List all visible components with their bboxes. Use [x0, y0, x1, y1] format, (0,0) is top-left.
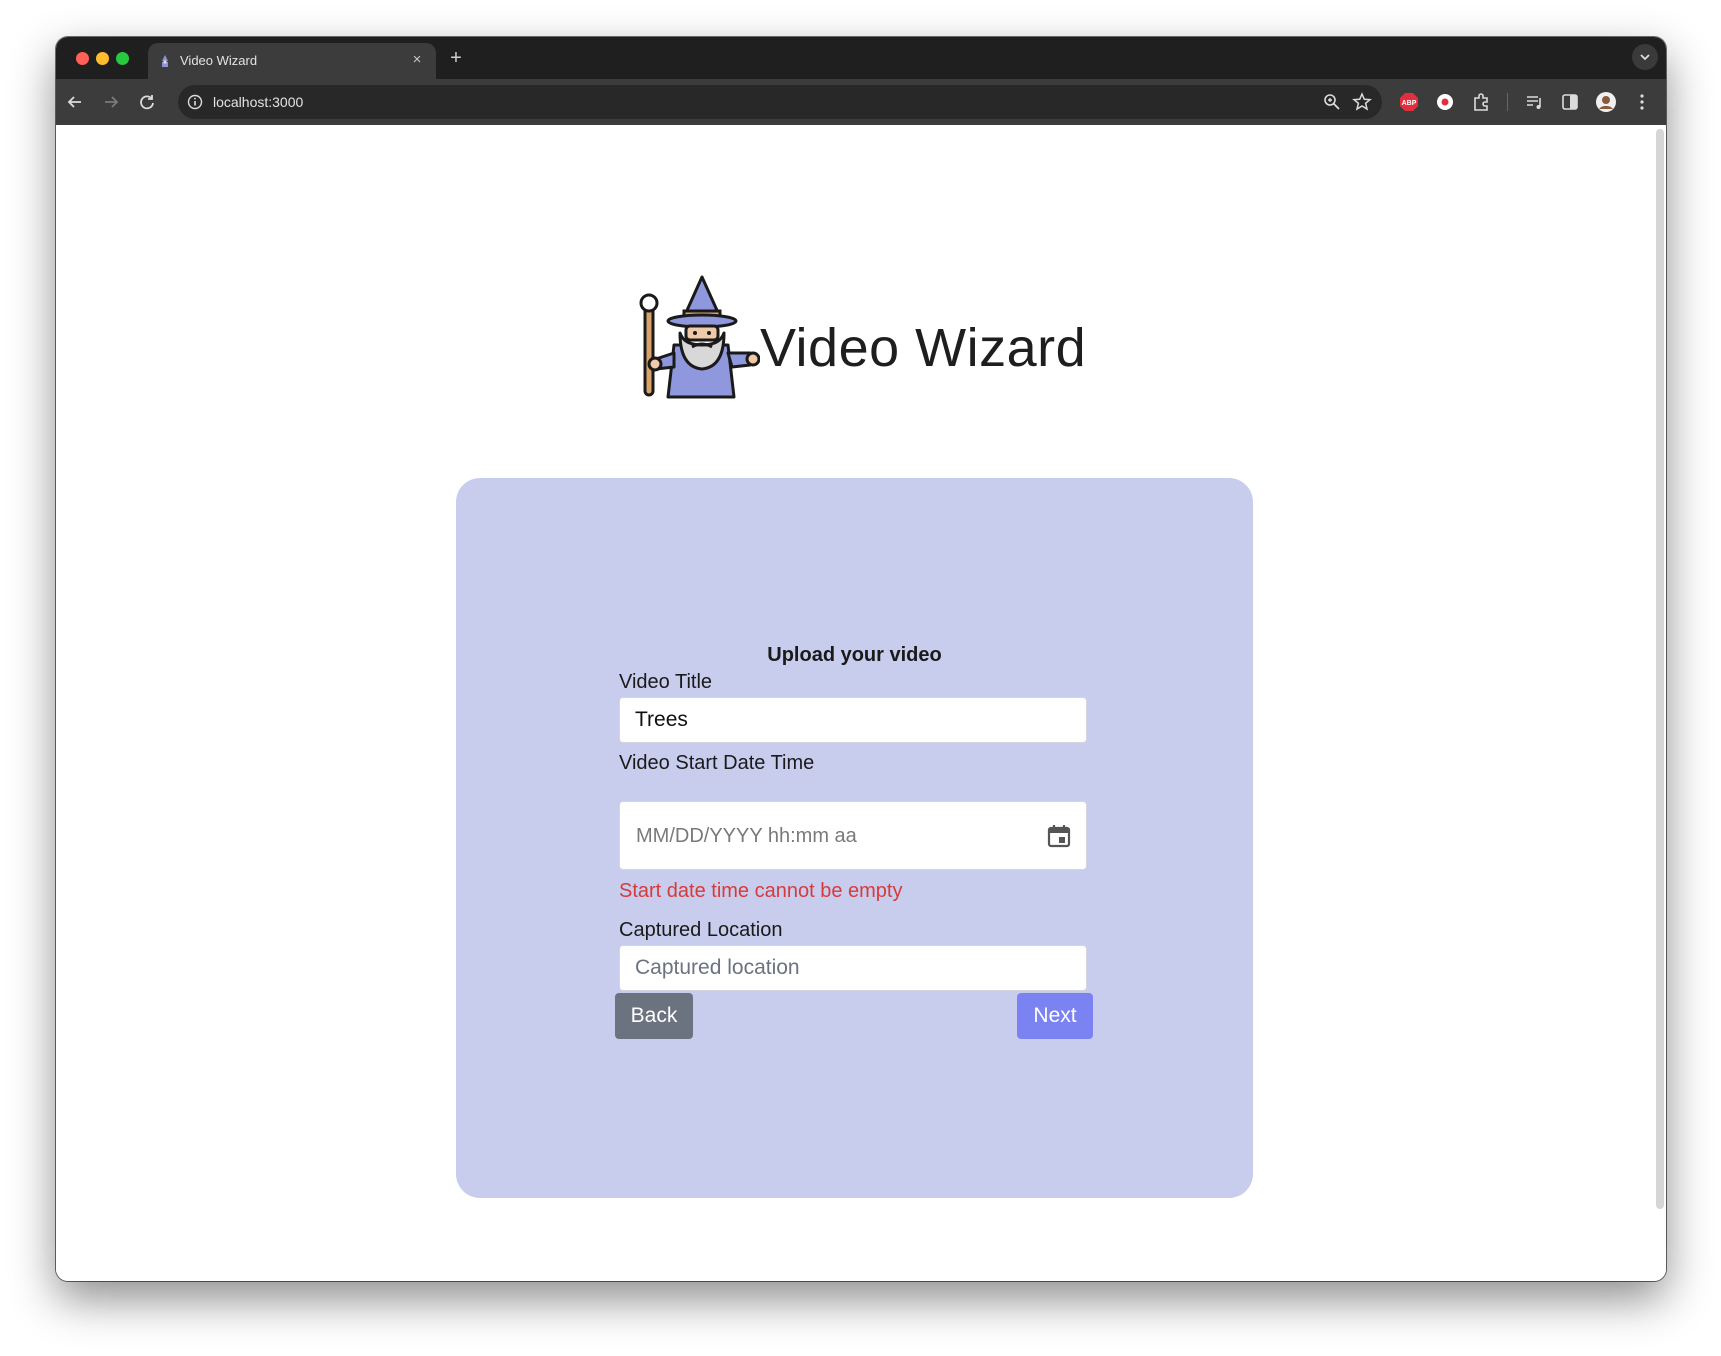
reload-icon[interactable] [134, 89, 160, 115]
chevron-down-icon [1640, 54, 1650, 61]
site-info-icon[interactable] [186, 93, 204, 111]
forward-arrow-icon[interactable] [98, 89, 124, 115]
address-bar[interactable]: localhost:3000 [178, 85, 1382, 119]
tab-strip: Video Wizard × + [56, 37, 1666, 79]
menu-icon[interactable] [1629, 89, 1655, 115]
maximize-window-button[interactable] [116, 52, 129, 65]
captured-location-label: Captured Location [619, 919, 783, 941]
tab-title: Video Wizard [180, 53, 258, 68]
new-tab-button[interactable]: + [444, 46, 468, 70]
brand-title: Video Wizard [760, 318, 1087, 378]
tab-video-wizard[interactable]: Video Wizard × [148, 43, 436, 79]
record-icon[interactable] [1432, 89, 1458, 115]
svg-text:ABP: ABP [1402, 100, 1417, 107]
start-datetime-input[interactable]: MM/DD/YYYY hh:mm aa [619, 801, 1087, 870]
wizard-favicon-icon [162, 55, 168, 67]
next-button[interactable]: Next [1017, 993, 1093, 1039]
url-text: localhost:3000 [213, 94, 304, 110]
back-arrow-icon[interactable] [62, 89, 88, 115]
calendar-icon[interactable] [1046, 823, 1072, 849]
start-datetime-label: Video Start Date Time [619, 752, 815, 774]
browser-toolbar: localhost:3000 ABP [56, 79, 1666, 125]
start-datetime-error: Start date time cannot be empty [619, 880, 903, 902]
zoom-icon[interactable] [1322, 92, 1342, 112]
start-datetime-placeholder: MM/DD/YYYY hh:mm aa [636, 825, 857, 847]
tab-search-button[interactable] [1632, 44, 1658, 70]
media-icon[interactable] [1521, 89, 1547, 115]
adblock-icon[interactable]: ABP [1396, 89, 1422, 115]
close-window-button[interactable] [76, 52, 89, 65]
video-title-input[interactable] [619, 697, 1087, 743]
form-heading: Upload your video [767, 644, 942, 666]
upload-form-card: Upload your video Video Title Video Star… [456, 478, 1253, 1198]
profile-avatar[interactable] [1593, 89, 1619, 115]
bookmark-star-icon[interactable] [1352, 92, 1372, 112]
toolbar-divider [1507, 93, 1508, 111]
page-viewport: Video Wizard Upload your video Video Tit… [56, 125, 1666, 1281]
minimize-window-button[interactable] [96, 52, 109, 65]
side-panel-icon[interactable] [1557, 89, 1583, 115]
back-button[interactable]: Back [615, 993, 693, 1039]
browser-window: Video Wizard × + localhost:3000 ABP Vide… [56, 37, 1666, 1281]
scrollbar[interactable] [1656, 129, 1664, 1209]
video-title-label: Video Title [619, 671, 713, 693]
brand-header: Video Wizard [634, 273, 1114, 403]
tab-close-icon[interactable]: × [408, 51, 426, 69]
captured-location-input[interactable] [619, 945, 1087, 991]
extensions-icon[interactable] [1468, 89, 1494, 115]
wizard-logo [639, 275, 760, 399]
